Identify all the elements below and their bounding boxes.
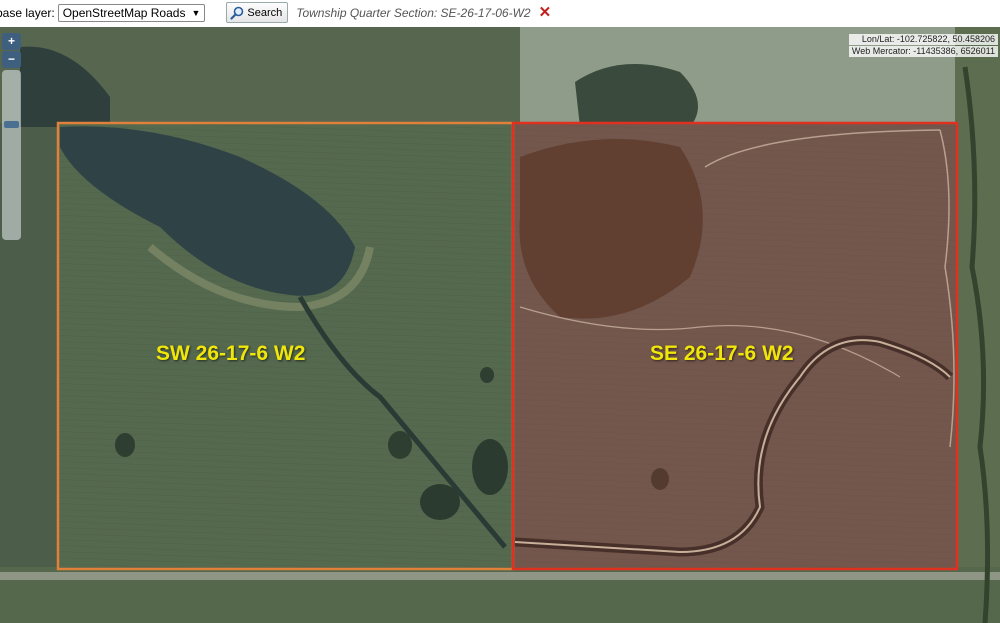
parcel-label-se: SE 26-17-6 W2: [650, 342, 794, 365]
close-icon[interactable]: ✕: [539, 5, 552, 20]
satellite-imagery: [0, 27, 1000, 623]
mercator-readout: Web Mercator: -11435386, 6526011: [848, 46, 998, 57]
base-layer-label: base layer:: [0, 5, 55, 20]
zoom-slider-handle[interactable]: [4, 121, 19, 128]
quarter-section-text: Township Quarter Section: SE-26-17-06-W2: [296, 5, 531, 20]
zoom-in-button[interactable]: +: [2, 33, 21, 50]
lonlat-readout: Lon/Lat: -102.725822, 50.458206: [848, 34, 998, 45]
base-layer-select[interactable]: OpenStreetMap Roads ▼: [57, 3, 206, 22]
search-button-label: Search: [247, 6, 283, 19]
parcel-label-sw: SW 26-17-6 W2: [156, 342, 306, 365]
zoom-slider-track[interactable]: [2, 70, 21, 240]
zoom-out-button[interactable]: −: [2, 51, 21, 68]
zoom-control: + −: [2, 33, 21, 240]
map-viewport[interactable]: SW 26-17-6 W2 SE 26-17-6 W2: [0, 27, 1000, 623]
search-button[interactable]: Search: [226, 2, 289, 23]
search-icon: [230, 6, 244, 20]
chevron-down-icon: ▼: [191, 7, 201, 18]
map-toolbar: base layer: OpenStreetMap Roads ▼ Search…: [0, 0, 1000, 25]
base-layer-value: OpenStreetMap Roads: [62, 5, 186, 20]
coordinate-readout: Lon/Lat: -102.725822, 50.458206 Web Merc…: [848, 34, 998, 58]
